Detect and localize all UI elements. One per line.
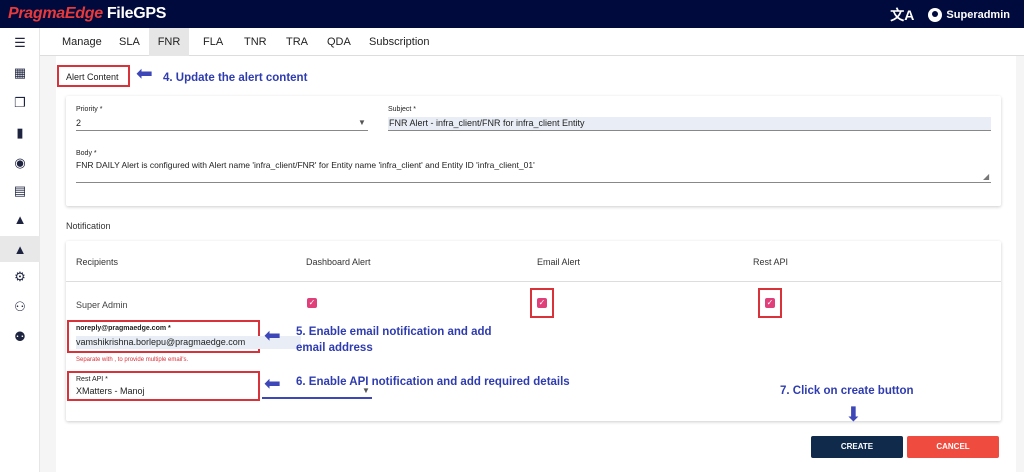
header-rest-api: Rest API [753, 257, 789, 267]
cancel-button[interactable]: CANCEL [907, 436, 999, 458]
chevron-down-icon[interactable]: ▼ [358, 118, 366, 127]
subject-label: Subject * [388, 106, 417, 113]
group-icon[interactable]: ⚉ [0, 324, 40, 350]
arrow-left-icon: ⬅ [264, 373, 281, 395]
recipient-name: Super Admin [76, 300, 128, 310]
sidebar: ☰ ▦ ❐ ▮ ◉ ▤ ▲ ▲ ⚙ ⚇ ⚉ [0, 28, 40, 472]
rest-api-select[interactable]: XMatters - Manoj [76, 386, 145, 396]
email-alert-checkbox[interactable]: ✓ [537, 298, 547, 308]
alert-settings-icon[interactable]: ▲ [0, 236, 40, 262]
body-label: Body * [76, 150, 97, 157]
top-bar: PragmaEdge FileGPS 文A Superadmin [0, 0, 1024, 28]
notification-label: Notification [66, 221, 111, 231]
tab-tra[interactable]: TRA [280, 28, 314, 56]
rest-api-field-label: Rest API * [76, 376, 108, 383]
user-name: Superadmin [946, 9, 1010, 21]
create-button[interactable]: CREATE [811, 436, 903, 458]
chart-icon[interactable]: ▮ [0, 120, 40, 146]
tab-qda[interactable]: QDA [321, 28, 357, 56]
user-settings-icon[interactable]: ⚇ [0, 294, 40, 320]
alert-form-panel: Alert Content ⬅ 4. Update the alert cont… [56, 56, 1016, 472]
tab-manage[interactable]: Manage [56, 28, 108, 56]
dashboard-alert-checkbox[interactable]: ✓ [307, 298, 317, 308]
document-icon[interactable]: ▤ [0, 178, 40, 204]
subject-input[interactable]: FNR Alert - infra_client/FNR for infra_c… [388, 117, 991, 130]
priority-select[interactable]: 2 [76, 118, 81, 128]
priority-underline [76, 130, 368, 131]
menu-icon[interactable]: ☰ [0, 30, 40, 56]
email-field-label: noreply@pragmaedge.com * [76, 325, 171, 332]
alert-content-label: Alert Content [66, 72, 119, 82]
tab-fla[interactable]: FLA [197, 28, 229, 56]
product-name: FileGPS [106, 5, 167, 22]
annotation-step-4: 4. Update the alert content [163, 72, 308, 84]
subject-underline [388, 130, 991, 131]
body-textarea[interactable]: FNR DAILY Alert is configured with Alert… [76, 160, 535, 170]
tab-fnr[interactable]: FNR [149, 28, 189, 56]
rest-api-underline [262, 397, 372, 399]
header-divider [66, 281, 1001, 282]
rest-api-checkbox[interactable]: ✓ [765, 298, 775, 308]
content-area: Alert Content ⬅ 4. Update the alert cont… [40, 56, 1024, 472]
account-circle-icon [928, 8, 943, 22]
arrow-left-icon: ⬅ [136, 63, 153, 85]
priority-label: Priority * [76, 106, 103, 113]
annotation-step-5-line2: email address [296, 342, 373, 354]
alert-content-card: Priority * 2 ▼ Subject * FNR Alert - inf… [66, 96, 1001, 206]
user-menu[interactable]: Superadmin [928, 8, 1010, 22]
arrow-down-icon: ⬇ [845, 404, 862, 426]
tab-subscription[interactable]: Subscription [363, 28, 436, 56]
resize-handle-icon[interactable]: ◢ [983, 172, 989, 181]
annotation-step-7: 7. Click on create button [780, 385, 914, 397]
annotation-step-5-line1: 5. Enable email notification and add [296, 326, 492, 338]
header-dashboard-alert: Dashboard Alert [306, 257, 371, 267]
body-underline [76, 182, 991, 183]
header-recipients: Recipients [76, 257, 119, 267]
gear-box-icon[interactable]: ⚙ [0, 264, 40, 290]
tab-sla[interactable]: SLA [113, 28, 146, 56]
email-helper-text: Separate with , to provide multiple emai… [76, 357, 189, 363]
tab-tnr[interactable]: TNR [238, 28, 273, 56]
files-icon[interactable]: ❐ [0, 90, 40, 116]
translate-icon[interactable]: 文A [890, 5, 914, 25]
tab-bar: Manage SLA FNR FLA TNR TRA QDA Subscript… [40, 28, 1024, 56]
header-email-alert: Email Alert [537, 257, 581, 267]
brand-name: PragmaEdge [8, 5, 103, 22]
annotation-step-6: 6. Enable API notification and add requi… [296, 376, 570, 388]
app-logo: PragmaEdge FileGPS [8, 5, 166, 23]
account-icon[interactable]: ◉ [0, 150, 40, 176]
alert-icon[interactable]: ▲ [0, 206, 40, 232]
arrow-left-icon: ⬅ [264, 325, 281, 347]
dashboard-icon[interactable]: ▦ [0, 60, 40, 86]
